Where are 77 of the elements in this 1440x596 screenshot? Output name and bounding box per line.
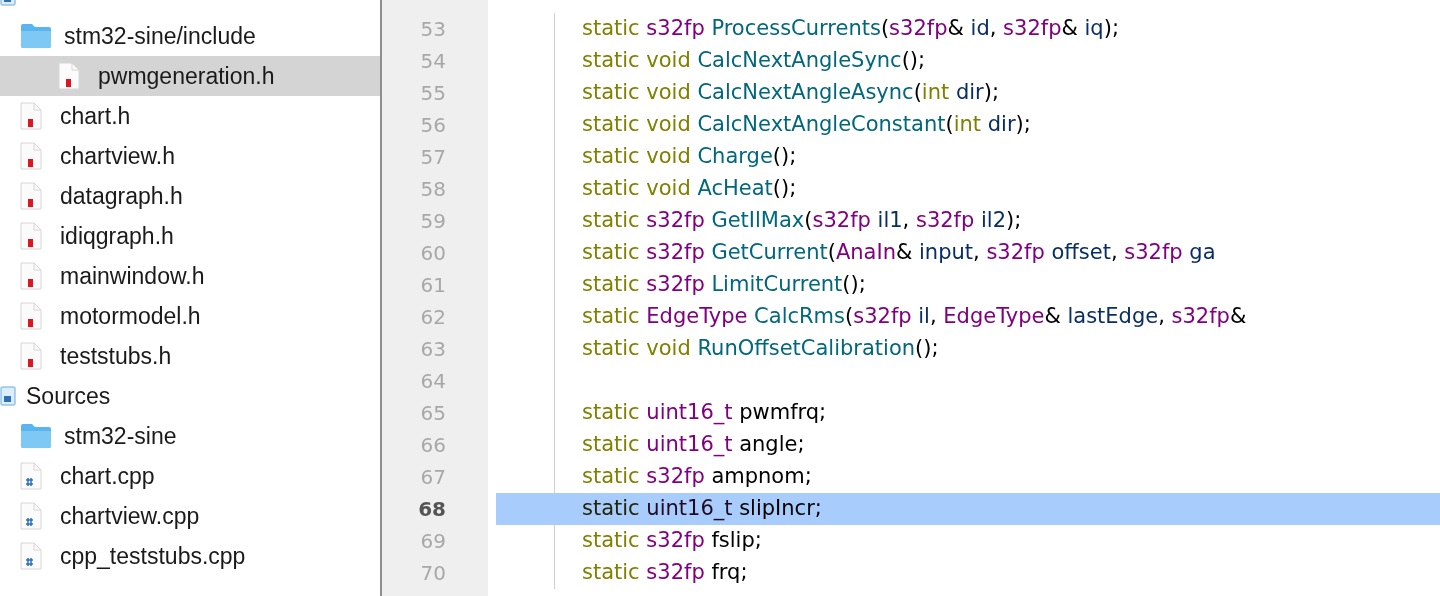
- line-number: 63: [420, 336, 446, 363]
- code-text: static s32fp ProcessCurrents(s32fp& id, s32fp& iq);: [581, 15, 1119, 43]
- tree-item[interactable]: motormodel.h: [0, 296, 380, 336]
- file-name: pwmgeneration.h: [98, 61, 275, 91]
- tree-item[interactable]: chartview.h: [0, 136, 380, 176]
- line-number: 62: [420, 304, 446, 331]
- project-group-icon: [0, 385, 16, 407]
- file-name: motormodel.h: [60, 301, 201, 331]
- code-text: static uint16_t slipIncr;: [581, 495, 822, 523]
- line-number: 57: [420, 144, 446, 171]
- code-text: static s32fp fslip;: [581, 527, 762, 555]
- tree-item[interactable]: datagraph.h: [0, 176, 380, 216]
- tree-item[interactable]: mainwindow.h: [0, 256, 380, 296]
- tree-item[interactable]: pwmgeneration.h: [0, 56, 380, 96]
- file-name: chart.h: [60, 101, 131, 131]
- header-file-icon: [20, 142, 42, 170]
- tree-item[interactable]: cpp_teststubs.cpp: [0, 536, 380, 576]
- file-name: mainwindow.h: [60, 261, 205, 291]
- file-name: stm32-sine: [64, 421, 177, 451]
- file-name: idiqgraph.h: [60, 221, 174, 251]
- tree-item[interactable]: idiqgraph.h: [0, 216, 380, 256]
- file-name: chartview.h: [60, 141, 176, 171]
- line-number: 69: [420, 528, 446, 555]
- code-text: static void CalcNextAngleSync();: [581, 47, 926, 75]
- file-name: stm32-sine/include: [64, 21, 256, 51]
- code-text: static void AcHeat();: [581, 175, 797, 203]
- file-name: Sources: [26, 381, 111, 411]
- header-file-icon: [58, 62, 80, 90]
- tree-item[interactable]: stm32-sine: [0, 416, 380, 456]
- tree-item[interactable]: stm32-sine/include: [0, 16, 380, 56]
- tree-item[interactable]: chart.cpp: [0, 456, 380, 496]
- code-text: static s32fp GetCurrent(AnaIn& input, s32fp offset, s32fp ga: [581, 239, 1216, 267]
- line-number: 56: [420, 112, 446, 139]
- line-number: 58: [420, 176, 446, 203]
- line-number: 68: [418, 496, 446, 523]
- tree-item[interactable]: teststubs.h: [0, 336, 380, 376]
- line-number: 67: [420, 464, 446, 491]
- file-name: chartview.cpp: [60, 501, 200, 531]
- code-text: static s32fp ampnom;: [581, 463, 812, 491]
- line-number: 70: [420, 560, 446, 587]
- header-file-icon: [20, 102, 42, 130]
- source-file-icon: [20, 542, 42, 570]
- tree-item[interactable]: Sources: [0, 376, 380, 416]
- folder-icon: [20, 423, 52, 449]
- file-name: teststubs.h: [60, 341, 172, 371]
- line-number: 65: [420, 400, 446, 427]
- code-text: static s32fp GetIlMax(s32fp il1, s32fp il2);: [581, 207, 1022, 235]
- line-number: 53: [420, 16, 446, 43]
- line-number: 66: [420, 432, 446, 459]
- line-number: 59: [420, 208, 446, 235]
- line-number: 60: [420, 240, 446, 267]
- code-text: static s32fp LimitCurrent();: [581, 271, 866, 299]
- code-text: static uint16_t angle;: [581, 431, 805, 459]
- folder-icon: [20, 23, 52, 49]
- line-number: 61: [420, 272, 446, 299]
- source-file-icon: [20, 502, 42, 530]
- code-text: static void RunOffsetCalibration();: [581, 335, 939, 363]
- file-name: datagraph.h: [60, 181, 183, 211]
- tree-item[interactable]: chartview.cpp: [0, 496, 380, 536]
- header-file-icon: [20, 182, 42, 210]
- file-name: cpp_teststubs.cpp: [60, 541, 246, 571]
- line-number: 54: [420, 48, 446, 75]
- header-file-icon: [20, 342, 42, 370]
- code-text: static uint16_t pwmfrq;: [581, 399, 827, 427]
- file-name: chart.cpp: [60, 461, 155, 491]
- line-number: 64: [420, 368, 446, 395]
- code-text: static void Charge();: [581, 143, 797, 171]
- header-file-icon: [20, 222, 42, 250]
- code-text: static s32fp frq;: [581, 559, 748, 587]
- header-file-icon: [20, 262, 42, 290]
- header-file-icon: [20, 302, 42, 330]
- code-text: static void CalcNextAngleConstant(int dir);: [581, 111, 1031, 139]
- code-text: static void CalcNextAngleAsync(int dir);: [581, 79, 999, 107]
- tree-item[interactable]: chart.h: [0, 96, 380, 136]
- code-text: static EdgeType CalcRms(s32fp il, EdgeType& lastEdge, s32fp&: [581, 303, 1247, 331]
- source-file-icon: [20, 462, 42, 490]
- line-number: 55: [420, 80, 446, 107]
